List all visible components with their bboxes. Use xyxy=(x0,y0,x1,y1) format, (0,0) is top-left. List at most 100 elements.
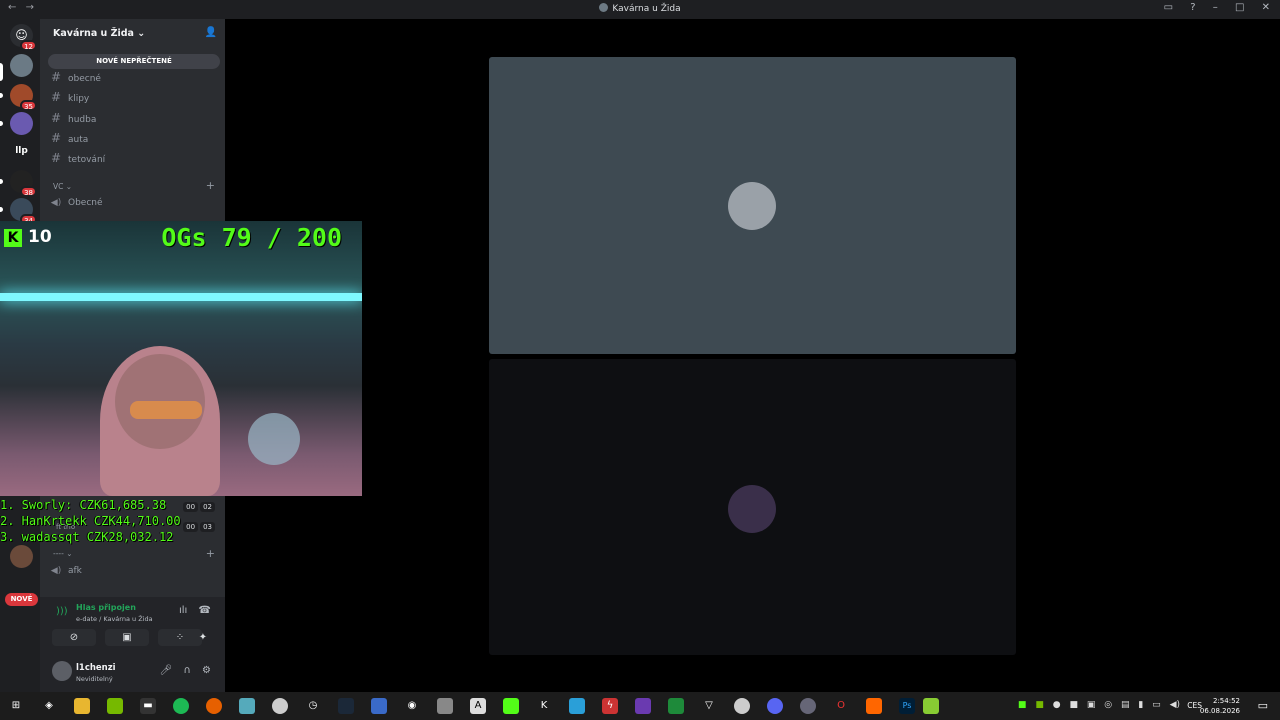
channel-klipy[interactable]: # klipy xyxy=(48,89,218,106)
photoshop-icon[interactable]: Ps xyxy=(899,698,915,714)
server-name[interactable]: Kavárna u Žida ⌄ xyxy=(53,28,145,39)
server-kavarna[interactable] xyxy=(10,54,33,77)
voice-channel-afk[interactable]: ◀) afk xyxy=(48,563,218,580)
tray-app-icon[interactable]: ● xyxy=(1053,700,1061,710)
calculator-icon[interactable] xyxy=(437,698,453,714)
channel-tetovani[interactable]: # tetování xyxy=(48,150,218,167)
avatar xyxy=(728,485,776,533)
server-7[interactable] xyxy=(10,545,33,568)
server-2-badge: 35 xyxy=(20,100,37,111)
maximize-icon[interactable]: □ xyxy=(1235,2,1244,13)
voice-timer-1: 00 02 xyxy=(181,502,215,512)
user-status: Neviditelný xyxy=(76,675,113,683)
server-header[interactable]: Kavárna u Žida ⌄ 👤 xyxy=(40,19,225,49)
clock[interactable]: 2:54:52 06.08.2026 xyxy=(1200,696,1240,716)
app-icon[interactable] xyxy=(635,698,651,714)
terminal-icon[interactable]: ▬ xyxy=(140,698,156,714)
channel-obecne[interactable]: # obecné xyxy=(48,69,218,86)
minimize-icon[interactable]: – xyxy=(1213,2,1218,13)
unread-pill xyxy=(0,93,3,98)
spotify-icon[interactable] xyxy=(173,698,189,714)
clock-app-icon[interactable]: ◷ xyxy=(305,698,321,714)
clock-date: 06.08.2026 xyxy=(1199,707,1240,715)
channel-auta[interactable]: # auta xyxy=(48,130,218,147)
create-channel-icon[interactable]: + xyxy=(206,547,215,560)
close-icon[interactable]: ✕ xyxy=(1262,2,1270,13)
obs-icon[interactable]: ◉ xyxy=(404,698,420,714)
server-2[interactable]: 35 xyxy=(10,84,37,111)
app-icon[interactable] xyxy=(272,698,288,714)
voice-timer-2: 00 03 xyxy=(181,522,215,532)
settings-gear-icon[interactable]: ⚙ xyxy=(202,665,211,676)
tray-green-icon[interactable]: ■ xyxy=(1018,700,1027,710)
microphone-icon[interactable]: 🎤︎ xyxy=(160,665,173,676)
voice-location[interactable]: e-date / Kavárna u Žida xyxy=(76,615,153,623)
noise-suppression-icon[interactable]: ılı xyxy=(179,605,187,616)
camera-off-button[interactable]: ⊘ xyxy=(52,629,96,646)
category-vc[interactable]: VC ⌄ xyxy=(53,182,72,191)
tray-app-icon[interactable]: ▣ xyxy=(1087,700,1096,710)
participant-tile-2[interactable] xyxy=(489,359,1016,655)
app-icon[interactable] xyxy=(734,698,750,714)
microphone-tray-icon[interactable]: ▮ xyxy=(1138,700,1143,710)
user-controls: 🎤︎ ∩ ⚙ xyxy=(152,665,211,676)
new-unreads-pill[interactable]: NOVÉ xyxy=(5,593,38,606)
voice-status[interactable]: Hlas připojen xyxy=(76,603,136,612)
kick-logo-icon: K xyxy=(4,229,22,247)
direct-messages-button[interactable]: ☺ 12 xyxy=(10,24,37,51)
brave-icon[interactable] xyxy=(866,698,882,714)
channel-label: auta xyxy=(68,135,89,145)
disconnect-icon[interactable]: ☎ xyxy=(199,605,211,616)
webcam-overlay: K 10 OGs 79 / 200 xyxy=(0,221,362,496)
server-5[interactable]: 38 xyxy=(10,170,37,197)
shield-icon[interactable]: ◈ xyxy=(41,698,57,714)
server-6[interactable]: 34 xyxy=(10,198,37,225)
kick-icon[interactable]: K xyxy=(536,698,552,714)
tray-app-icon[interactable]: ◎ xyxy=(1104,700,1112,710)
battery-app-icon[interactable] xyxy=(503,698,519,714)
create-channel-icon[interactable]: + xyxy=(206,179,215,192)
notifications-icon[interactable]: ▭ xyxy=(1258,699,1268,712)
discord-icon[interactable] xyxy=(767,698,783,714)
network-icon[interactable]: ▭ xyxy=(1152,700,1161,710)
ogs-goal: OGs 79 / 200 xyxy=(161,223,342,252)
voice-channel-obecne[interactable]: ◀) Obecné xyxy=(48,195,218,212)
active-app-icon[interactable] xyxy=(923,698,939,714)
app-icon[interactable] xyxy=(569,698,585,714)
font-app-icon[interactable]: A xyxy=(470,698,486,714)
avatar[interactable] xyxy=(52,661,72,681)
opera-icon[interactable]: O xyxy=(833,698,849,714)
vpn-icon[interactable]: ▽ xyxy=(701,698,717,714)
server-3[interactable] xyxy=(10,112,33,135)
timer-sec: 02 xyxy=(200,502,215,512)
category-unnamed[interactable]: ---- ⌄ xyxy=(53,549,73,558)
file-explorer-icon[interactable] xyxy=(74,698,90,714)
steam-icon[interactable] xyxy=(338,698,354,714)
flash-icon[interactable]: ϟ xyxy=(602,698,618,714)
speaker-icon: ◀) xyxy=(50,198,62,208)
remote-desktop-icon[interactable] xyxy=(371,698,387,714)
app-icon[interactable] xyxy=(800,698,816,714)
username[interactable]: l1chenzi xyxy=(76,663,116,673)
inbox-icon[interactable]: ▭ xyxy=(1164,2,1173,13)
headphones-icon[interactable]: ∩ xyxy=(184,665,191,676)
sheets-icon[interactable] xyxy=(668,698,684,714)
volume-icon[interactable]: ◀) xyxy=(1170,700,1180,710)
tray-app-icon[interactable]: ■ xyxy=(1069,700,1078,710)
notes-icon[interactable] xyxy=(239,698,255,714)
help-icon[interactable]: ? xyxy=(1190,2,1195,13)
soundboard-icon[interactable]: ✦ xyxy=(193,629,213,646)
tray-app-icon[interactable]: ▤ xyxy=(1121,700,1130,710)
server-llp[interactable]: llp xyxy=(10,140,33,163)
invite-people-icon[interactable]: 👤 xyxy=(205,27,217,38)
start-windows-icon[interactable]: ⊞ xyxy=(8,698,24,714)
firefox-icon[interactable] xyxy=(206,698,222,714)
participant-tile-1[interactable] xyxy=(489,57,1016,354)
tray-nvidia-icon[interactable]: ■ xyxy=(1035,700,1044,710)
channel-label: tetování xyxy=(68,155,106,165)
channel-hudba[interactable]: # hudba xyxy=(48,110,218,127)
new-unread-button[interactable]: NOVÉ NEPŘEČTENÉ xyxy=(48,54,220,69)
screen-share-button[interactable]: ▣ xyxy=(105,629,149,646)
nvidia-icon[interactable] xyxy=(107,698,123,714)
hash-icon: # xyxy=(50,111,62,125)
